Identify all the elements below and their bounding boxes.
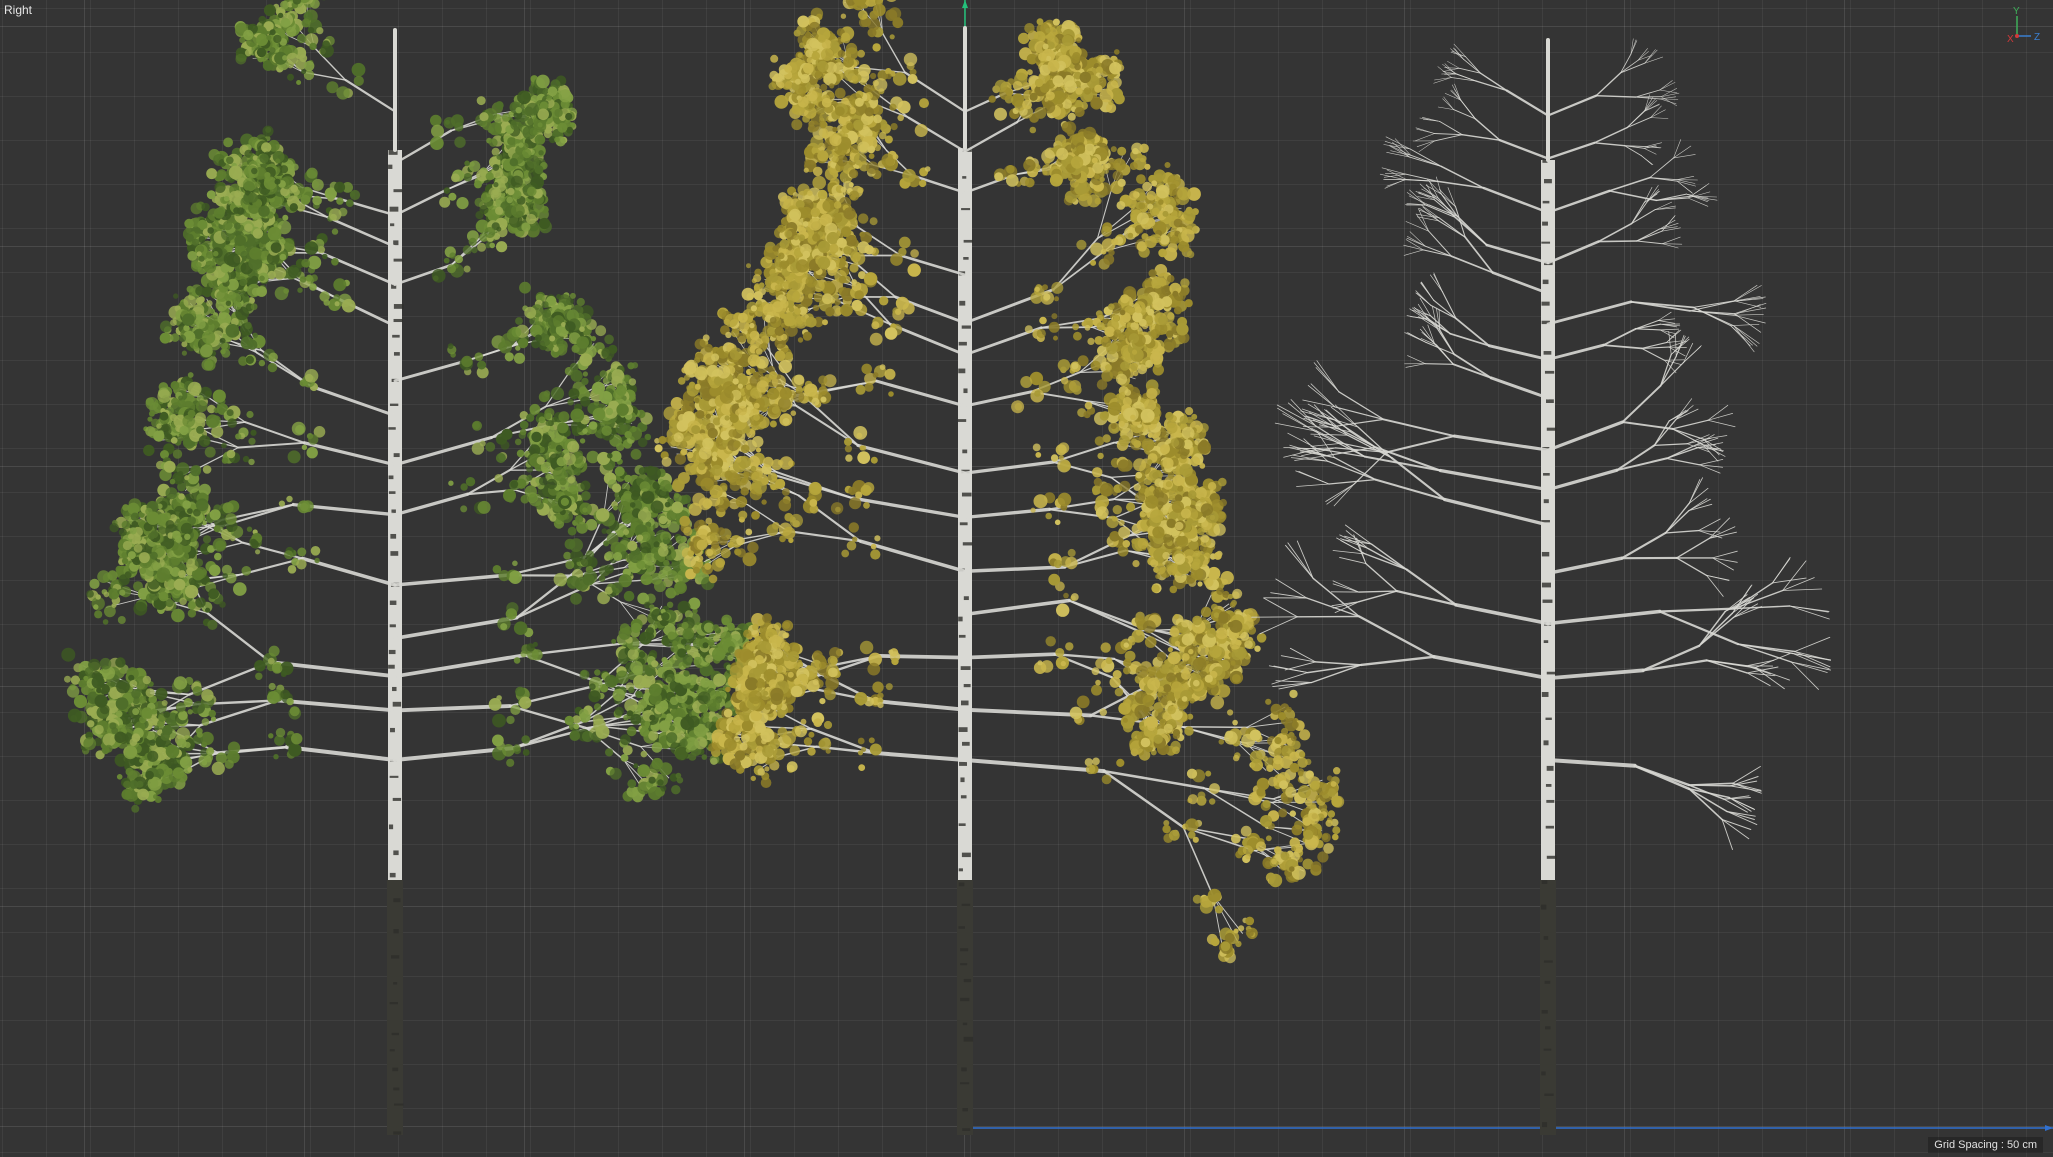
scene[interactable] [0, 0, 2053, 1157]
grid-spacing-label: Grid Spacing : 50 cm [1928, 1137, 2043, 1153]
summer-birch-tree[interactable] [61, 0, 758, 1135]
gizmo-z-label: Z [2034, 32, 2040, 43]
view-name-label[interactable]: Right [4, 3, 32, 17]
z-axis-arrow-icon [2045, 1125, 2053, 1131]
gizmo-y-label: Y [2013, 6, 2020, 17]
gizmo-x-label: X [2007, 34, 2014, 45]
bare-birch-tree[interactable] [1251, 38, 1832, 1135]
autumn-birch-tree[interactable] [654, 0, 1345, 1135]
axis-gizmo-icon: Y X Z [2007, 6, 2040, 45]
viewport-right[interactable]: Right Y X Z Grid Spacing : 50 cm [0, 0, 2053, 1157]
y-axis-arrow-icon [962, 0, 968, 8]
